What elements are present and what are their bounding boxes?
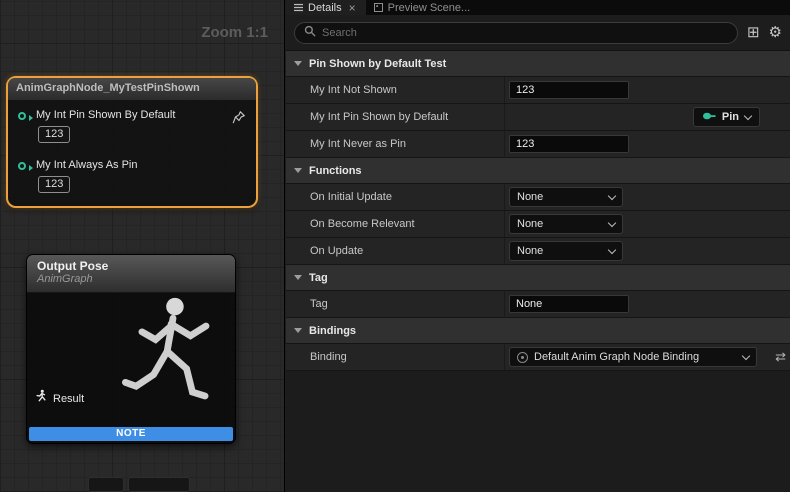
output-pose-node[interactable]: Output Pose AnimGraph	[26, 254, 236, 444]
property-row: On Initial Update None	[286, 184, 790, 211]
property-label: Binding	[286, 351, 504, 363]
my-int-not-shown-input[interactable]	[509, 81, 629, 99]
property-value: None	[504, 238, 790, 264]
pin-button-label: Pin	[722, 111, 739, 123]
category-title: Functions	[309, 165, 362, 177]
category-title: Tag	[309, 272, 328, 284]
chevron-down-icon	[294, 328, 302, 333]
chevron-down-icon	[608, 245, 616, 253]
property-label: On Become Relevant	[286, 218, 504, 230]
node-title: Output Pose	[37, 259, 225, 273]
offscreen-node[interactable]	[88, 477, 124, 492]
property-value	[504, 291, 790, 317]
pin-value-input[interactable]: 123	[38, 176, 70, 193]
tab-label: Details	[308, 2, 342, 14]
binding-icon	[517, 352, 528, 363]
property-value: Default Anim Graph Node Binding ⇄	[504, 344, 790, 370]
result-pin-label: Result	[53, 393, 84, 405]
property-value: None	[504, 211, 790, 237]
tab-bar: Details × Preview Scene...	[286, 0, 790, 15]
chevron-down-icon	[294, 275, 302, 280]
category-pin-shown-by-default-test[interactable]: Pin Shown by Default Test	[286, 51, 790, 77]
property-label: Tag	[286, 298, 504, 310]
property-row: My Int Never as Pin	[286, 131, 790, 158]
property-value: None	[504, 184, 790, 210]
property-row: Tag	[286, 291, 790, 318]
settings-gear-icon[interactable]: ⚙	[769, 25, 782, 40]
property-list: Pin Shown by Default Test My Int Not Sho…	[286, 51, 790, 492]
chevron-down-icon	[744, 111, 752, 119]
dropdown-value: Default Anim Graph Node Binding	[534, 351, 737, 363]
chevron-down-icon	[742, 351, 750, 359]
search-box[interactable]	[294, 22, 738, 44]
chevron-down-icon	[294, 168, 302, 173]
property-value	[504, 131, 790, 157]
property-label: On Initial Update	[286, 191, 504, 203]
result-pose-pin[interactable]: Result	[35, 389, 84, 408]
pin-label: My Int Always As Pin	[36, 159, 137, 171]
category-functions[interactable]: Functions	[286, 158, 790, 184]
output-pose-header[interactable]: Output Pose AnimGraph	[27, 255, 235, 293]
search-input[interactable]	[322, 27, 728, 39]
details-toolbar: ⊞ ⚙	[286, 15, 790, 51]
on-update-dropdown[interactable]: None	[509, 241, 623, 261]
pin-dropdown-button[interactable]: Pin	[693, 107, 760, 127]
dropdown-value: None	[517, 218, 543, 230]
search-icon	[304, 24, 316, 42]
node-title[interactable]: AnimGraphNode_MyTestPinShown	[8, 78, 256, 100]
dropdown-value: None	[517, 191, 543, 203]
details-panel: Details × Preview Scene... ⊞ ⚙	[286, 0, 790, 492]
chevron-down-icon	[608, 218, 616, 226]
tab-preview-scene[interactable]: Preview Scene...	[366, 0, 479, 15]
property-row: On Update None	[286, 238, 790, 265]
details-icon	[294, 3, 303, 12]
category-title: Pin Shown by Default Test	[309, 58, 446, 70]
property-value: Pin	[504, 104, 790, 130]
chevron-down-icon	[294, 61, 302, 66]
output-pose-body: Result	[27, 293, 235, 429]
preview-scene-icon	[374, 3, 383, 12]
note-badge[interactable]: NOTE	[29, 427, 233, 441]
anim-graph-editor[interactable]: Zoom 1:1 AnimGraphNode_MyTestPinShown My…	[0, 0, 285, 492]
anim-graph-node-mytestpinshown[interactable]: AnimGraphNode_MyTestPinShown My Int Pin …	[6, 76, 258, 208]
category-bindings[interactable]: Bindings	[286, 318, 790, 344]
my-int-never-as-pin-input[interactable]	[509, 135, 629, 153]
property-row: My Int Not Shown	[286, 77, 790, 104]
on-initial-update-dropdown[interactable]: None	[509, 187, 623, 207]
category-tag[interactable]: Tag	[286, 265, 790, 291]
property-value	[504, 77, 790, 103]
property-label: My Int Pin Shown by Default	[286, 111, 504, 123]
property-row: Binding Default Anim Graph Node Binding …	[286, 344, 790, 371]
binding-dropdown[interactable]: Default Anim Graph Node Binding	[509, 347, 757, 367]
int-pin-icon[interactable]	[18, 112, 26, 120]
tab-label: Preview Scene...	[388, 2, 471, 14]
offscreen-node[interactable]	[128, 477, 190, 492]
on-become-relevant-dropdown[interactable]: None	[509, 214, 623, 234]
close-icon[interactable]: ×	[347, 3, 358, 13]
mannequin-image	[113, 293, 233, 434]
property-label: My Int Not Shown	[286, 84, 504, 96]
tab-details[interactable]: Details ×	[286, 0, 366, 15]
pin-value-input[interactable]: 123	[38, 126, 70, 143]
dropdown-value: None	[517, 245, 543, 257]
property-row: On Become Relevant None	[286, 211, 790, 238]
property-row: My Int Pin Shown by Default Pin	[286, 104, 790, 131]
pin-visibility-icon[interactable]	[232, 110, 246, 124]
property-label: On Update	[286, 245, 504, 257]
chevron-down-icon	[608, 191, 616, 199]
tag-input[interactable]	[509, 295, 629, 313]
int-pin-icon[interactable]	[18, 162, 26, 170]
zoom-level-label: Zoom 1:1	[201, 24, 268, 41]
unreal-editor-window: Zoom 1:1 AnimGraphNode_MyTestPinShown My…	[0, 0, 790, 492]
pin-icon	[702, 111, 716, 124]
property-label: My Int Never as Pin	[286, 138, 504, 150]
category-title: Bindings	[309, 325, 356, 337]
pin-label: My Int Pin Shown By Default	[36, 109, 175, 121]
pose-figure-icon	[35, 389, 47, 408]
node-subtitle: AnimGraph	[37, 273, 225, 285]
bind-arrows-icon[interactable]: ⇄	[775, 349, 786, 365]
display-filter-icon[interactable]: ⊞	[747, 25, 760, 40]
